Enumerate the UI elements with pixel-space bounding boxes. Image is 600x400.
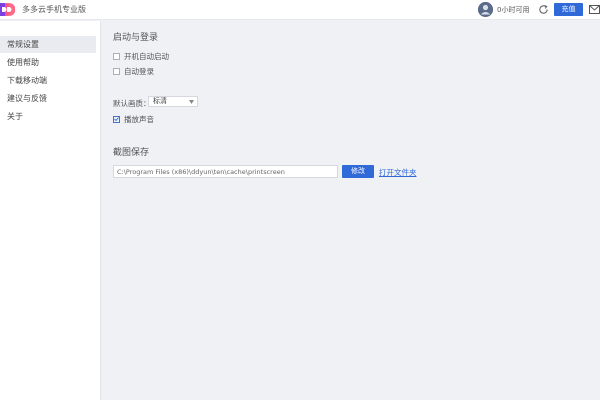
mail-icon[interactable] [589, 5, 600, 14]
sidebar-item-about[interactable]: 关于 [0, 108, 96, 125]
sidebar-item-general-settings[interactable]: 常规设置 [0, 36, 96, 53]
play-sound-label: 播放声音 [124, 114, 154, 124]
open-folder-link[interactable]: 打开文件夹 [379, 167, 417, 178]
quality-select[interactable]: 标清 [148, 96, 198, 107]
autostart-label: 开机自动启动 [124, 51, 169, 61]
autologin-checkbox[interactable] [113, 67, 120, 75]
available-time-text: 0小时可用 [497, 6, 530, 14]
sidebar-item-feedback[interactable]: 建议与反馈 [0, 90, 96, 107]
startup-section-title: 启动与登录 [113, 33, 159, 43]
play-sound-option[interactable]: 播放声音 [113, 114, 154, 124]
app-title: 多多云手机专业版 [22, 5, 86, 14]
sidebar-item-help[interactable]: 使用帮助 [0, 54, 96, 71]
dd-logo-icon [0, 3, 15, 16]
chevron-down-icon [189, 100, 194, 104]
quality-label: 默认画质： [113, 99, 151, 108]
check-icon [114, 117, 119, 122]
autostart-option[interactable]: 开机自动启动 [113, 51, 169, 61]
recharge-button[interactable]: 充值 [554, 3, 583, 16]
title-bar: 多多云手机专业版 0小时可用 充值 [0, 0, 600, 20]
settings-panel: 启动与登录 开机自动启动 自动登录 默认画质： 标清 播放声音 截图保存 修改 … [102, 21, 600, 400]
quality-selected-value: 标清 [153, 97, 167, 105]
screenshot-path-field[interactable] [113, 165, 338, 178]
refresh-icon[interactable] [538, 4, 549, 15]
sidebar-item-download-mobile[interactable]: 下载移动端 [0, 72, 96, 89]
autologin-option[interactable]: 自动登录 [113, 66, 154, 76]
modify-path-button[interactable]: 修改 [342, 165, 374, 178]
autostart-checkbox[interactable] [113, 52, 120, 60]
screenshot-section-title: 截图保存 [113, 148, 150, 158]
sidebar: 常规设置 使用帮助 下载移动端 建议与反馈 关于 [0, 21, 101, 400]
avatar[interactable] [478, 2, 493, 17]
play-sound-checkbox[interactable] [113, 115, 120, 123]
autologin-label: 自动登录 [124, 66, 154, 76]
